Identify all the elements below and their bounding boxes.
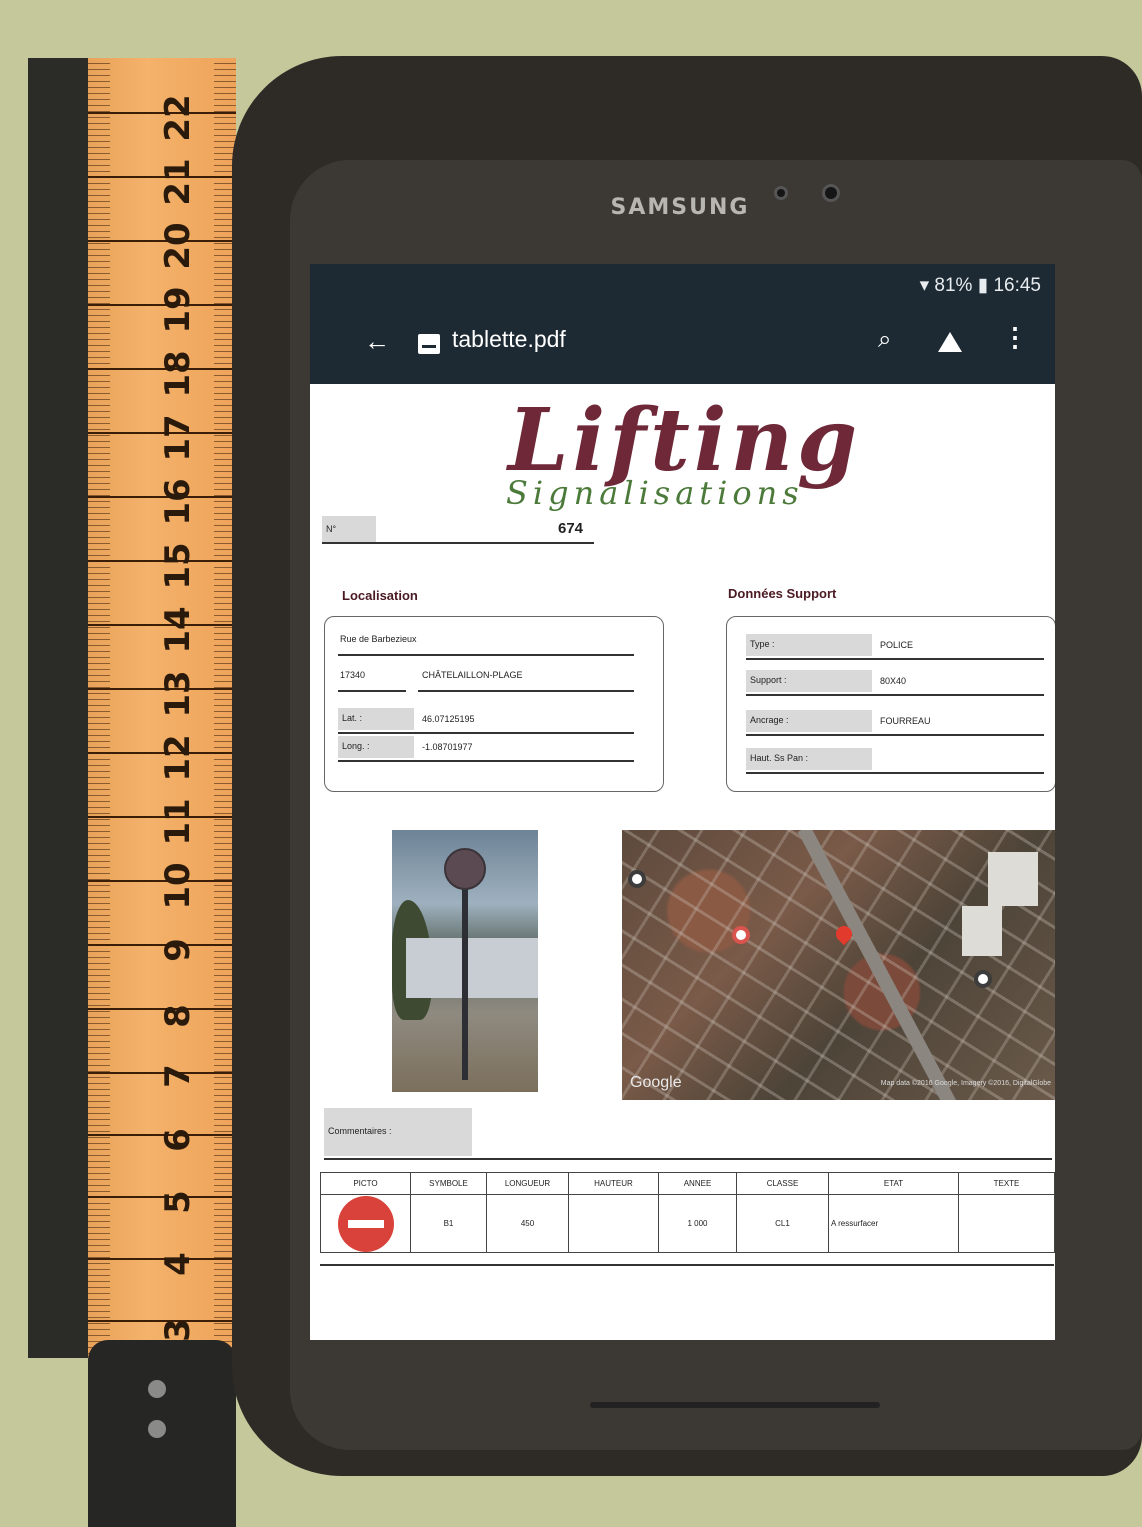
city-line — [418, 690, 634, 692]
app-bar: ← tablette.pdf ⌕ ⋮ — [310, 306, 1055, 384]
ancrage-line — [746, 734, 1044, 736]
no-entry-sign-icon — [337, 1195, 394, 1252]
battery-icon: ▮ — [977, 275, 989, 296]
type-label: Type : — [746, 634, 872, 656]
device-brand: SAMSUNG — [610, 195, 750, 220]
wifi-icon: ▾ — [919, 275, 930, 296]
google-logo: Google — [630, 1074, 682, 1091]
tablet-screen: ▾ 81% ▮ 16:45 ← tablette.pdf ⌕ ⋮ Lifting… — [310, 264, 1055, 1340]
tape-number: 22 — [158, 94, 198, 142]
type-value: POLICE — [880, 640, 914, 650]
haut-label: Haut. Ss Pan : — [746, 748, 872, 770]
type-line — [746, 658, 1044, 660]
support-title: Données Support — [728, 586, 837, 601]
map-building — [988, 852, 1038, 906]
street-value: Rue de Barbezieux — [340, 634, 417, 644]
support-label: Support : — [746, 670, 872, 692]
map-copyright: Map data ©2016 Google, Imagery ©2016, Di… — [880, 1080, 1051, 1087]
postcode-value: 17340 — [340, 670, 366, 680]
satellite-map[interactable]: Google Map data ©2016 Google, Imagery ©2… — [622, 830, 1055, 1100]
table-header-row: PICTO SYMBOLE LONGUEUR HAUTEUR ANNEE CLA… — [320, 1172, 1055, 1195]
header-etat: ETAT — [828, 1172, 959, 1195]
logo-subtitle: Signalisations — [506, 474, 804, 512]
map-poi-icon[interactable] — [732, 926, 750, 944]
status-right: ▾ 81% ▮ 16:45 — [920, 274, 1041, 297]
header-symbole: SYMBOLE — [410, 1172, 487, 1195]
long-line — [338, 760, 634, 762]
comments-line — [324, 1158, 1052, 1160]
header-picto: PICTO — [320, 1172, 411, 1195]
haut-line — [746, 772, 1044, 774]
photo-sign — [444, 848, 486, 890]
city-value: CHÂTELAILLON-PLAGE — [422, 670, 523, 680]
sign-photo — [392, 830, 538, 1092]
number-value: 674 — [558, 520, 584, 537]
search-icon[interactable]: ⌕ — [878, 326, 891, 354]
long-value: -1.08701977 — [422, 742, 473, 752]
localisation-title: Localisation — [342, 588, 418, 603]
status-bar: ▾ 81% ▮ 16:45 — [310, 264, 1055, 306]
more-options-icon[interactable]: ⋮ — [1002, 322, 1028, 353]
long-label: Long. : — [338, 736, 414, 758]
tape-hook — [88, 1340, 236, 1527]
support-line — [746, 694, 1044, 696]
support-value: 80X40 — [880, 676, 907, 686]
table-bottom-line — [320, 1264, 1054, 1266]
map-railway — [797, 830, 961, 1100]
cell-longueur: 450 — [486, 1194, 569, 1253]
photo-wall — [406, 938, 538, 998]
tape-rivet — [148, 1420, 166, 1438]
ancrage-label: Ancrage : — [746, 710, 872, 732]
cell-etat: A ressurfacer — [828, 1194, 959, 1253]
cell-picto — [320, 1194, 411, 1253]
number-label: N° — [322, 516, 376, 542]
header-hauteur: HAUTEUR — [568, 1172, 659, 1195]
document-title: tablette.pdf — [452, 326, 566, 352]
header-longueur: LONGUEUR — [486, 1172, 569, 1195]
header-texte: TEXTE — [958, 1172, 1055, 1195]
lat-line — [338, 732, 634, 734]
map-poi-icon[interactable] — [974, 970, 992, 988]
drive-icon[interactable] — [938, 332, 962, 352]
clock: 16:45 — [993, 275, 1041, 296]
cell-annee: 1 000 — [658, 1194, 737, 1253]
home-button[interactable] — [590, 1402, 880, 1408]
battery-percent: 81% — [934, 275, 973, 296]
header-annee: ANNEE — [658, 1172, 737, 1195]
map-building — [962, 906, 1002, 956]
pdf-file-icon — [418, 334, 440, 354]
header-classe: CLASSE — [736, 1172, 829, 1195]
cell-symbole: B1 — [410, 1194, 487, 1253]
map-poi-icon[interactable] — [628, 870, 646, 888]
street-line — [338, 654, 634, 656]
cell-texte — [958, 1194, 1055, 1253]
table-row: B1 450 1 000 CL1 A ressurfacer — [320, 1194, 1055, 1253]
number-underline — [322, 542, 594, 544]
photo-pole — [462, 870, 468, 1080]
pdf-page: Lifting Signalisations N° 674 Localisati… — [318, 384, 1055, 1340]
comments-label: Commentaires : — [324, 1108, 472, 1156]
cell-hauteur — [568, 1194, 659, 1253]
tape-rivet — [148, 1380, 166, 1398]
front-camera — [822, 184, 840, 202]
ancrage-value: FOURREAU — [880, 716, 931, 726]
lat-label: Lat. : — [338, 708, 414, 730]
back-arrow-icon[interactable]: ← — [364, 326, 390, 357]
camera-sensor — [774, 186, 788, 200]
tape-measure: 3 4 5 6 7 8 9 10 11 12 13 14 15 16 17 18… — [88, 58, 236, 1527]
sign-table: PICTO SYMBOLE LONGUEUR HAUTEUR ANNEE CLA… — [320, 1172, 1055, 1253]
postcode-line — [338, 690, 406, 692]
tape-background — [28, 58, 88, 1358]
cell-classe: CL1 — [736, 1194, 829, 1253]
lat-value: 46.07125195 — [422, 714, 475, 724]
